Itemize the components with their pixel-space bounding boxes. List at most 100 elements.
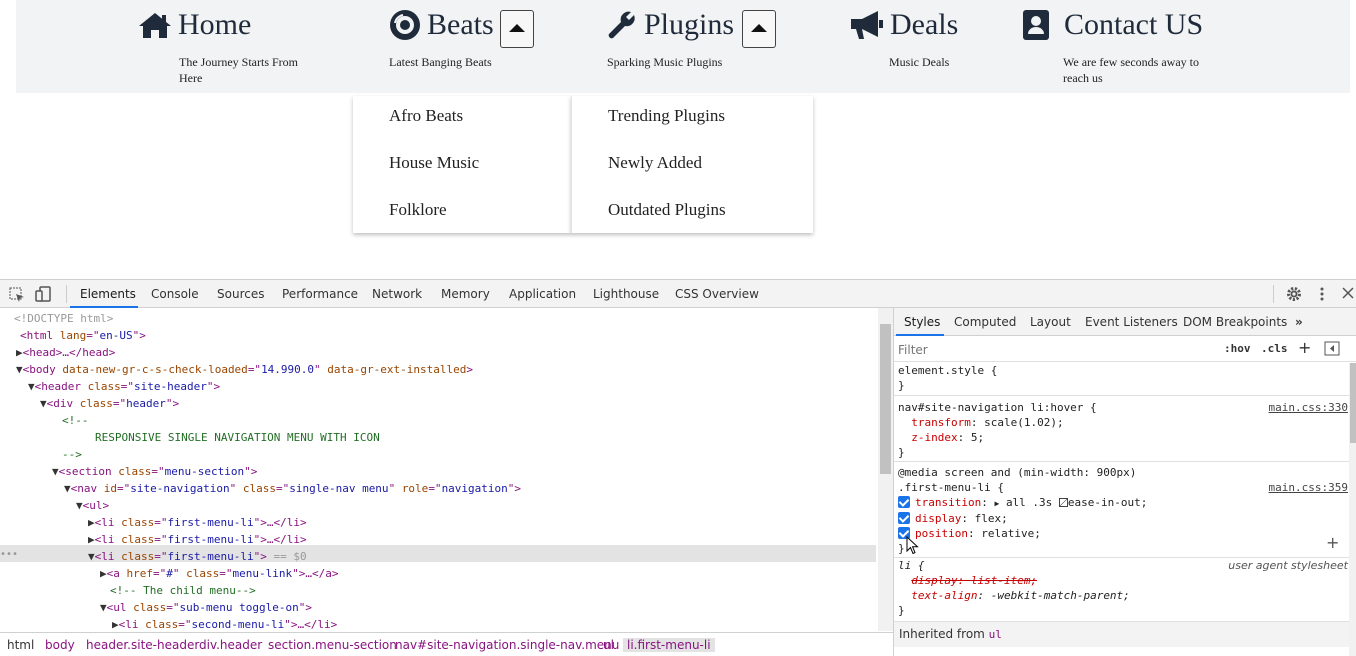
style-rule-element[interactable]: element.style { }: [898, 363, 997, 393]
plugins-link[interactable]: Plugins: [606, 8, 734, 42]
close-icon[interactable]: [1342, 287, 1354, 302]
collapse-triangle-icon[interactable]: ▼: [28, 380, 35, 393]
tab-dom-breakpoints[interactable]: DOM Breakpoints: [1183, 315, 1287, 329]
dom-line[interactable]: ▶<li class="second-menu-li">…</li>: [112, 616, 337, 631]
filter-input[interactable]: [898, 340, 1213, 359]
nav-item-plugins[interactable]: Plugins: [606, 8, 734, 42]
tab-performance[interactable]: Performance: [282, 287, 358, 301]
expand-triangle-icon[interactable]: ▶: [100, 567, 107, 580]
dom-line[interactable]: RESPONSIVE SINGLE NAVIGATION MENU WITH I…: [95, 429, 380, 446]
dom-scrollbar[interactable]: [878, 308, 893, 631]
scrollbar-thumb[interactable]: [880, 324, 891, 474]
breadcrumb-item[interactable]: section.menu-section: [268, 638, 397, 652]
expand-triangle-icon[interactable]: ▶: [994, 499, 999, 508]
home-link[interactable]: Home: [138, 8, 251, 42]
contact-link[interactable]: Contact US: [1022, 8, 1203, 42]
collapse-triangle-icon[interactable]: ▼: [76, 499, 83, 512]
dom-line[interactable]: <!-- The child menu-->: [110, 582, 256, 599]
submenu-item[interactable]: Afro Beats: [389, 106, 463, 126]
dom-line[interactable]: ▼<ul class="sub-menu toggle-on">: [100, 599, 312, 616]
tab-styles[interactable]: Styles: [904, 315, 940, 329]
bezier-editor-icon[interactable]: [1058, 498, 1068, 507]
style-rule-first-menu-li[interactable]: @media screen and (min-width: 900px) .fi…: [898, 465, 1147, 556]
tab-event-listeners[interactable]: Event Listeners: [1085, 315, 1178, 329]
expand-triangle-icon[interactable]: ▶: [88, 516, 95, 529]
dom-line[interactable]: <html lang="en-US">: [20, 327, 146, 344]
submenu-item[interactable]: Outdated Plugins: [608, 200, 726, 220]
toggle-sidebar-icon[interactable]: [1324, 341, 1340, 359]
beats-link[interactable]: Beats: [389, 8, 494, 42]
source-link[interactable]: main.css:359: [1269, 481, 1348, 494]
tab-lighthouse[interactable]: Lighthouse: [593, 287, 659, 301]
breadcrumb-item[interactable]: ul: [603, 638, 614, 652]
dom-line-selected[interactable]: ▼<li class="first-menu-li"> == $0: [88, 548, 307, 565]
inherited-selector[interactable]: ul: [989, 628, 1002, 641]
tab-sources[interactable]: Sources: [217, 287, 264, 301]
nav-item-beats[interactable]: Beats: [389, 8, 494, 42]
dom-line[interactable]: ▶<a href="#" class="menu-link">…</a>: [100, 565, 338, 582]
tab-memory[interactable]: Memory: [441, 287, 490, 301]
dom-line[interactable]: ▼<section class="menu-section">: [52, 463, 257, 480]
dom-line[interactable]: -->: [62, 446, 82, 463]
expand-triangle-icon[interactable]: ▶: [88, 533, 95, 546]
new-rule-plus-icon[interactable]: +: [1298, 338, 1311, 357]
tab-computed[interactable]: Computed: [954, 315, 1016, 329]
beats-toggle-button[interactable]: [500, 10, 534, 48]
more-options-icon[interactable]: [1315, 286, 1329, 305]
deals-link[interactable]: Deals: [848, 8, 958, 42]
collapse-triangle-icon[interactable]: ▼: [52, 465, 59, 478]
style-rule-user-agent-li[interactable]: li { display: list-item; text-align: -we…: [898, 558, 1130, 618]
hov-toggle[interactable]: :hov: [1224, 342, 1251, 355]
property-checkbox[interactable]: [898, 496, 910, 508]
dom-line[interactable]: ▶<head>…</head>: [16, 344, 115, 361]
source-link[interactable]: main.css:330: [1269, 401, 1348, 414]
dom-line[interactable]: ▶<li class="first-menu-li">…</li>: [88, 514, 307, 531]
breadcrumb-item-selected[interactable]: li.first-menu-li: [623, 638, 715, 652]
tab-elements[interactable]: Elements: [80, 287, 136, 301]
gear-icon[interactable]: [1286, 286, 1302, 305]
expand-triangle-icon[interactable]: ▶: [112, 618, 119, 631]
nav-item-contact[interactable]: Contact US: [1022, 8, 1203, 42]
collapse-triangle-icon[interactable]: ▼: [100, 601, 107, 614]
collapse-triangle-icon[interactable]: ▼: [64, 482, 71, 495]
dom-line[interactable]: ▼<ul>: [76, 497, 109, 514]
collapse-triangle-icon[interactable]: ▼: [16, 363, 23, 376]
submenu-item[interactable]: Trending Plugins: [608, 106, 725, 126]
dom-line[interactable]: ▶<li class="first-menu-li">…</li>: [88, 531, 307, 548]
device-toolbar-icon[interactable]: [35, 286, 51, 305]
dom-line[interactable]: <!DOCTYPE html>: [14, 310, 113, 327]
collapse-triangle-icon[interactable]: ▼: [88, 550, 95, 563]
tab-network[interactable]: Network: [372, 287, 422, 301]
dom-line[interactable]: ▼<div class="header">: [40, 395, 179, 412]
tab-css-overview[interactable]: CSS Overview: [675, 287, 759, 301]
breadcrumb-item[interactable]: header.site-header: [86, 638, 199, 652]
property-checkbox[interactable]: [898, 512, 910, 524]
breadcrumb-item[interactable]: html: [7, 638, 34, 652]
more-tabs-chevron-icon[interactable]: »: [1295, 315, 1303, 329]
submenu-item[interactable]: House Music: [389, 153, 479, 173]
tab-console[interactable]: Console: [151, 287, 199, 301]
breadcrumb-item[interactable]: nav#site-navigation.single-nav.menu: [395, 638, 619, 652]
tab-layout[interactable]: Layout: [1030, 315, 1071, 329]
dom-line[interactable]: <!--: [62, 412, 89, 429]
tab-application[interactable]: Application: [509, 287, 576, 301]
breadcrumb-item[interactable]: body: [45, 638, 75, 652]
submenu-item[interactable]: Newly Added: [608, 153, 702, 173]
dom-line[interactable]: ▼<nav id="site-navigation" class="single…: [64, 480, 521, 497]
dom-line[interactable]: ▼<body data-new-gr-c-s-check-loaded="14.…: [16, 361, 473, 378]
cls-toggle[interactable]: .cls: [1261, 342, 1288, 355]
inspect-element-icon[interactable]: [9, 287, 25, 306]
style-rule-hover[interactable]: nav#site-navigation li:hover { transform…: [898, 400, 1097, 460]
scrollbar-thumb[interactable]: [1350, 363, 1356, 443]
row-menu-dots[interactable]: •••: [0, 546, 18, 563]
dom-line[interactable]: ▼<header class="site-header">: [28, 378, 220, 395]
styles-scrollbar[interactable]: [1349, 363, 1356, 656]
nav-item-deals[interactable]: Deals: [848, 8, 958, 42]
plugins-toggle-button[interactable]: [742, 10, 776, 48]
add-property-plus-icon[interactable]: +: [1326, 533, 1339, 552]
breadcrumb-item[interactable]: div.header: [199, 638, 262, 652]
collapse-triangle-icon[interactable]: ▼: [40, 397, 47, 410]
expand-triangle-icon[interactable]: ▶: [16, 346, 23, 359]
submenu-item[interactable]: Folklore: [389, 200, 447, 220]
nav-item-home[interactable]: Home: [138, 8, 251, 42]
